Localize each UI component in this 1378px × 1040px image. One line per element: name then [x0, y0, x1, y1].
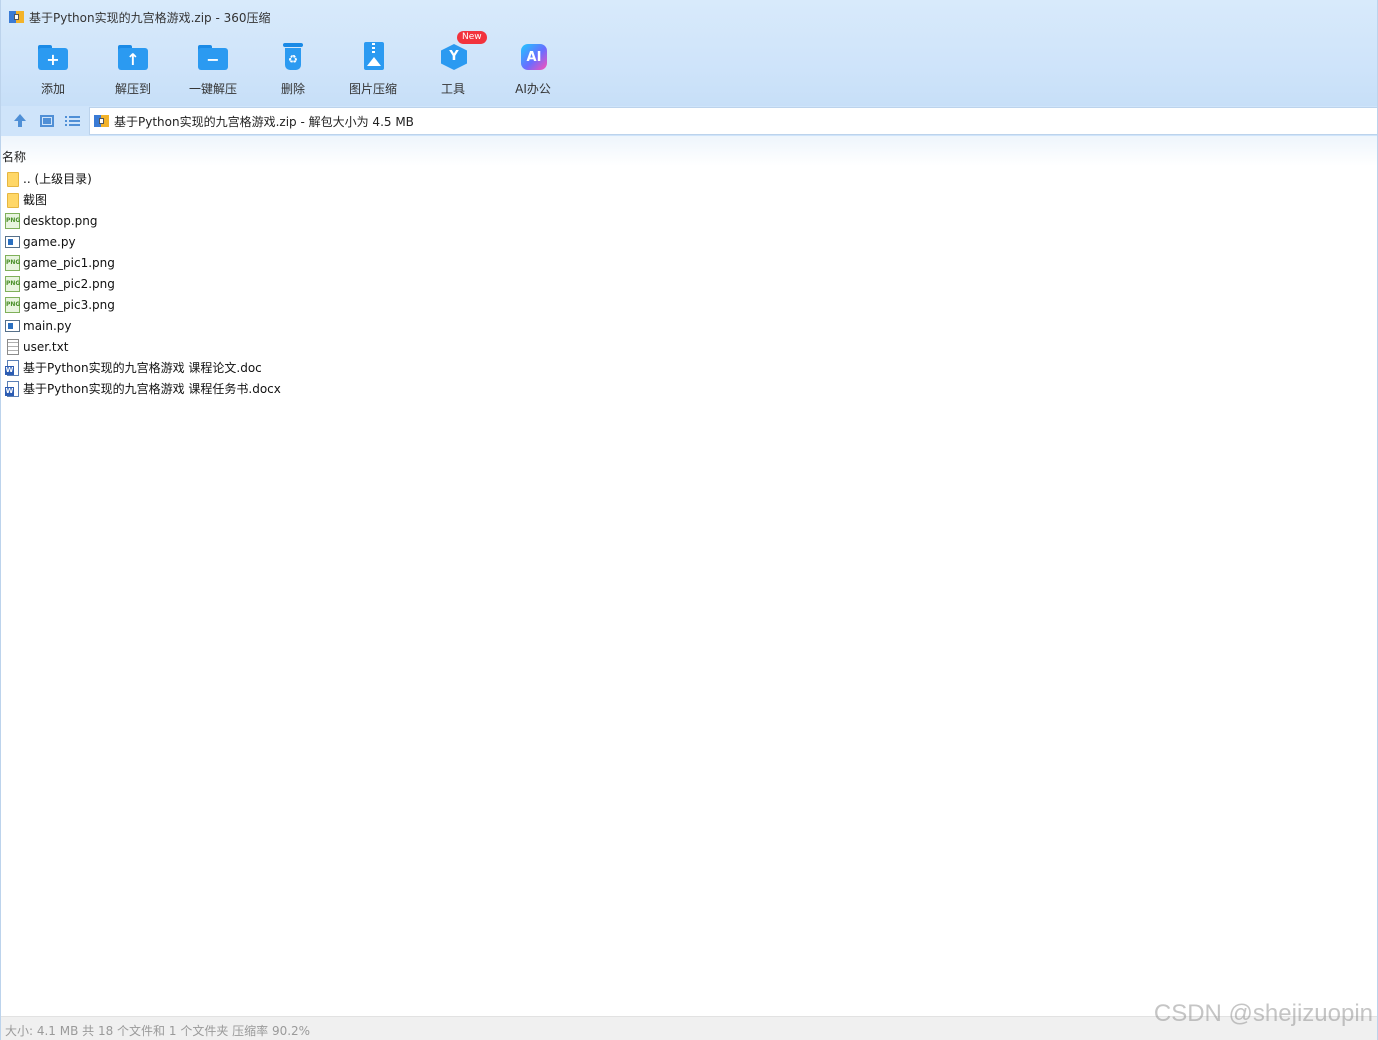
list-item[interactable]: PNG game_pic2.png — [5, 273, 281, 294]
png-file-icon: PNG — [5, 275, 20, 292]
image-compress-icon — [357, 41, 389, 73]
address-text: 基于Python实现的九宫格游戏.zip - 解包大小为 4.5 MB — [114, 114, 414, 129]
file-name: 基于Python实现的九宫格游戏 课程任务书.docx — [23, 382, 281, 396]
file-rows: .. (上级目录) 截图 PNG desktop.png game.py PNG… — [5, 168, 281, 399]
recycle-bin-icon: ♻ — [277, 41, 309, 73]
file-name: desktop.png — [23, 213, 98, 228]
up-arrow-icon[interactable] — [12, 113, 28, 129]
one-click-extract-button[interactable]: − 一键解压 — [173, 38, 253, 98]
list-item[interactable]: PNG game_pic3.png — [5, 294, 281, 315]
delete-button[interactable]: ♻ 删除 — [253, 38, 333, 98]
file-name: 截图 — [23, 193, 48, 207]
png-file-icon: PNG — [5, 254, 20, 271]
png-file-icon: PNG — [5, 212, 20, 229]
navigation-row: 基于Python实现的九宫格游戏.zip - 解包大小为 4.5 MB — [1, 106, 1377, 136]
ai-office-button[interactable]: AI AI办公 — [493, 38, 573, 98]
image-compress-label: 图片压缩 — [348, 82, 397, 96]
tools-label: 工具 — [440, 82, 465, 96]
word-doc-icon: W — [5, 359, 20, 376]
list-item[interactable]: W 基于Python实现的九宫格游戏 课程论文.doc — [5, 357, 281, 378]
ai-office-icon: AI — [517, 41, 549, 73]
zip-archive-icon — [9, 10, 24, 24]
list-item[interactable]: PNG desktop.png — [5, 210, 281, 231]
list-item[interactable]: .. (上级目录) — [5, 168, 281, 189]
folder-icon — [5, 170, 20, 187]
add-button-label: 添加 — [40, 82, 65, 96]
zip-archive-icon — [94, 114, 109, 128]
main-toolbar: + 添加 ↑ 解压到 − 一键解压 ♻ 删除 图片压缩 Y New 工具 AI … — [13, 31, 573, 98]
python-file-icon — [5, 233, 20, 250]
file-name: game_pic1.png — [23, 255, 115, 270]
thumbnail-view-icon[interactable] — [39, 113, 55, 129]
one-click-extract-label: 一键解压 — [188, 82, 237, 96]
column-name-header[interactable]: 名称 — [2, 148, 26, 165]
add-button[interactable]: + 添加 — [13, 38, 93, 98]
list-item[interactable]: 截图 — [5, 189, 281, 210]
python-file-icon — [5, 317, 20, 334]
file-name: game_pic2.png — [23, 276, 115, 291]
tools-button[interactable]: Y New 工具 — [413, 31, 493, 98]
ai-office-label: AI办公 — [515, 82, 551, 96]
image-compress-button[interactable]: 图片压缩 — [333, 38, 413, 98]
title-bar: 基于Python实现的九宫格游戏.zip - 360压缩 — [9, 8, 271, 26]
text-file-icon — [5, 338, 20, 355]
list-item[interactable]: PNG game_pic1.png — [5, 252, 281, 273]
file-name: user.txt — [23, 339, 69, 354]
file-name: .. (上级目录) — [23, 172, 92, 186]
list-view-icon[interactable] — [65, 113, 81, 129]
folder-icon — [5, 191, 20, 208]
app-window: 基于Python实现的九宫格游戏.zip - 360压缩 + 添加 ↑ 解压到 … — [0, 0, 1378, 1040]
file-name: game_pic3.png — [23, 297, 115, 312]
png-file-icon: PNG — [5, 296, 20, 313]
address-bar[interactable]: 基于Python实现的九宫格游戏.zip - 解包大小为 4.5 MB — [89, 107, 1377, 135]
extract-to-button[interactable]: ↑ 解压到 — [93, 38, 173, 98]
extract-to-icon: ↑ — [117, 41, 149, 73]
file-name: 基于Python实现的九宫格游戏 课程论文.doc — [23, 361, 262, 375]
new-badge: New — [457, 31, 487, 44]
list-item[interactable]: main.py — [5, 315, 281, 336]
watermark: CSDN @shejizuopin — [1153, 1000, 1373, 1027]
toolbar-area: 基于Python实现的九宫格游戏.zip - 360压缩 + 添加 ↑ 解压到 … — [1, 0, 1377, 106]
list-item[interactable]: game.py — [5, 231, 281, 252]
tools-cube-icon: Y — [437, 41, 469, 73]
column-header: 名称 — [1, 136, 1377, 166]
file-name: game.py — [23, 234, 76, 249]
status-text: 大小: 4.1 MB 共 18 个文件和 1 个文件夹 压缩率 90.2% — [5, 1024, 311, 1038]
file-name: main.py — [23, 318, 72, 333]
delete-label: 删除 — [280, 82, 305, 96]
add-folder-icon: + — [37, 41, 69, 73]
list-item[interactable]: user.txt — [5, 336, 281, 357]
word-doc-icon: W — [5, 380, 20, 397]
window-title: 基于Python实现的九宫格游戏.zip - 360压缩 — [29, 10, 271, 25]
extract-to-label: 解压到 — [114, 82, 151, 96]
list-item[interactable]: W 基于Python实现的九宫格游戏 课程任务书.docx — [5, 378, 281, 399]
one-click-extract-icon: − — [197, 41, 229, 73]
file-list: 名称 .. (上级目录) 截图 PNG desktop.png game.py … — [1, 136, 1377, 1016]
